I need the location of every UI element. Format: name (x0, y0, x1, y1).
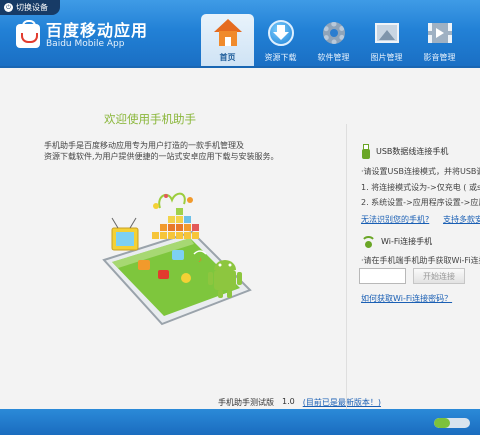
tab-picture-manage[interactable]: 图片管理 (360, 14, 413, 66)
app-subtitle: Baidu Mobile App (46, 39, 125, 49)
tab-label: 资源下载 (264, 53, 297, 62)
wifi-code-input[interactable] (359, 268, 406, 284)
usb-step-1: 1. 将连接模式设为->仅充电 ( 或sync (361, 183, 480, 192)
description-line: 手机助手是百度移动应用专为用户打造的一款手机管理及 (44, 141, 244, 150)
usb-step-2: 2. 系统设置->应用程序设置->应用开 (361, 198, 480, 207)
tab-label: 软件管理 (317, 53, 350, 62)
get-wifi-password-link[interactable]: 如何获取Wi-Fi连接密码？ (361, 293, 452, 304)
version-number: 1.0 (282, 397, 295, 406)
wifi-icon (361, 236, 376, 248)
switch-device-button[interactable]: ⏻ 切换设备 (0, 0, 60, 15)
phone-apps-illustration: ♪ (102, 192, 252, 326)
header-divider (0, 66, 480, 68)
video-icon (424, 17, 456, 49)
usb-section-title: USB数据线连接手机 (361, 144, 448, 159)
main-nav: 首页 资源下载 软件管理 图片管理 影音管理 (201, 14, 466, 66)
welcome-heading: 欢迎使用手机助手 (104, 112, 196, 126)
status-toggle[interactable] (434, 418, 470, 428)
usb-title-label: USB数据线连接手机 (376, 147, 449, 156)
switch-device-label: 切换设备 (16, 3, 48, 12)
bottom-status-bar (0, 409, 480, 435)
supported-phones-link[interactable]: 支持多款安卓手 (443, 214, 480, 225)
tab-media-manage[interactable]: 影音管理 (413, 14, 466, 66)
header: ⏻ 切换设备 百度移动应用 Baidu Mobile App 首页 资源下载 软… (0, 0, 480, 66)
cannot-detect-phone-link[interactable]: 无法识别您的手机? (361, 214, 429, 225)
usb-instruction: ·请设置USB连接模式，并将USB调试 (361, 167, 480, 176)
wifi-section-title: Wi-Fi连接手机 (361, 236, 433, 248)
wifi-title-label: Wi-Fi连接手机 (381, 237, 433, 246)
tab-label: 图片管理 (370, 53, 403, 62)
home-icon (212, 17, 244, 49)
tab-home[interactable]: 首页 (201, 14, 254, 66)
description-line: 资源下载软件,为用户提供便捷的一站式安卓应用下载与安装服务。 (44, 152, 279, 161)
gear-icon (318, 17, 350, 49)
tab-label: 影音管理 (423, 53, 456, 62)
app-description: 手机助手是百度移动应用专为用户打造的一款手机管理及 资源下载软件,为用户提供便捷… (44, 140, 279, 162)
download-icon (265, 17, 297, 49)
baidu-bag-icon (16, 19, 40, 48)
app-title: 百度移动应用 (46, 21, 149, 40)
usb-icon (361, 144, 371, 159)
app-logo: 百度移动应用 Baidu Mobile App (16, 19, 149, 49)
toggle-fill (434, 418, 451, 428)
tab-software-manage[interactable]: 软件管理 (307, 14, 360, 66)
picture-icon (371, 17, 403, 49)
power-icon: ⏻ (4, 3, 13, 12)
start-connect-button[interactable]: 开始连接 (413, 268, 465, 284)
tab-resource-download[interactable]: 资源下载 (254, 14, 307, 66)
tab-label: 首页 (219, 53, 236, 62)
version-label: 手机助手测试版 (218, 398, 274, 407)
svg-text:♪: ♪ (198, 255, 202, 264)
wifi-instruction: ·请在手机端手机助手获取Wi-Fi连接验 (361, 256, 480, 265)
